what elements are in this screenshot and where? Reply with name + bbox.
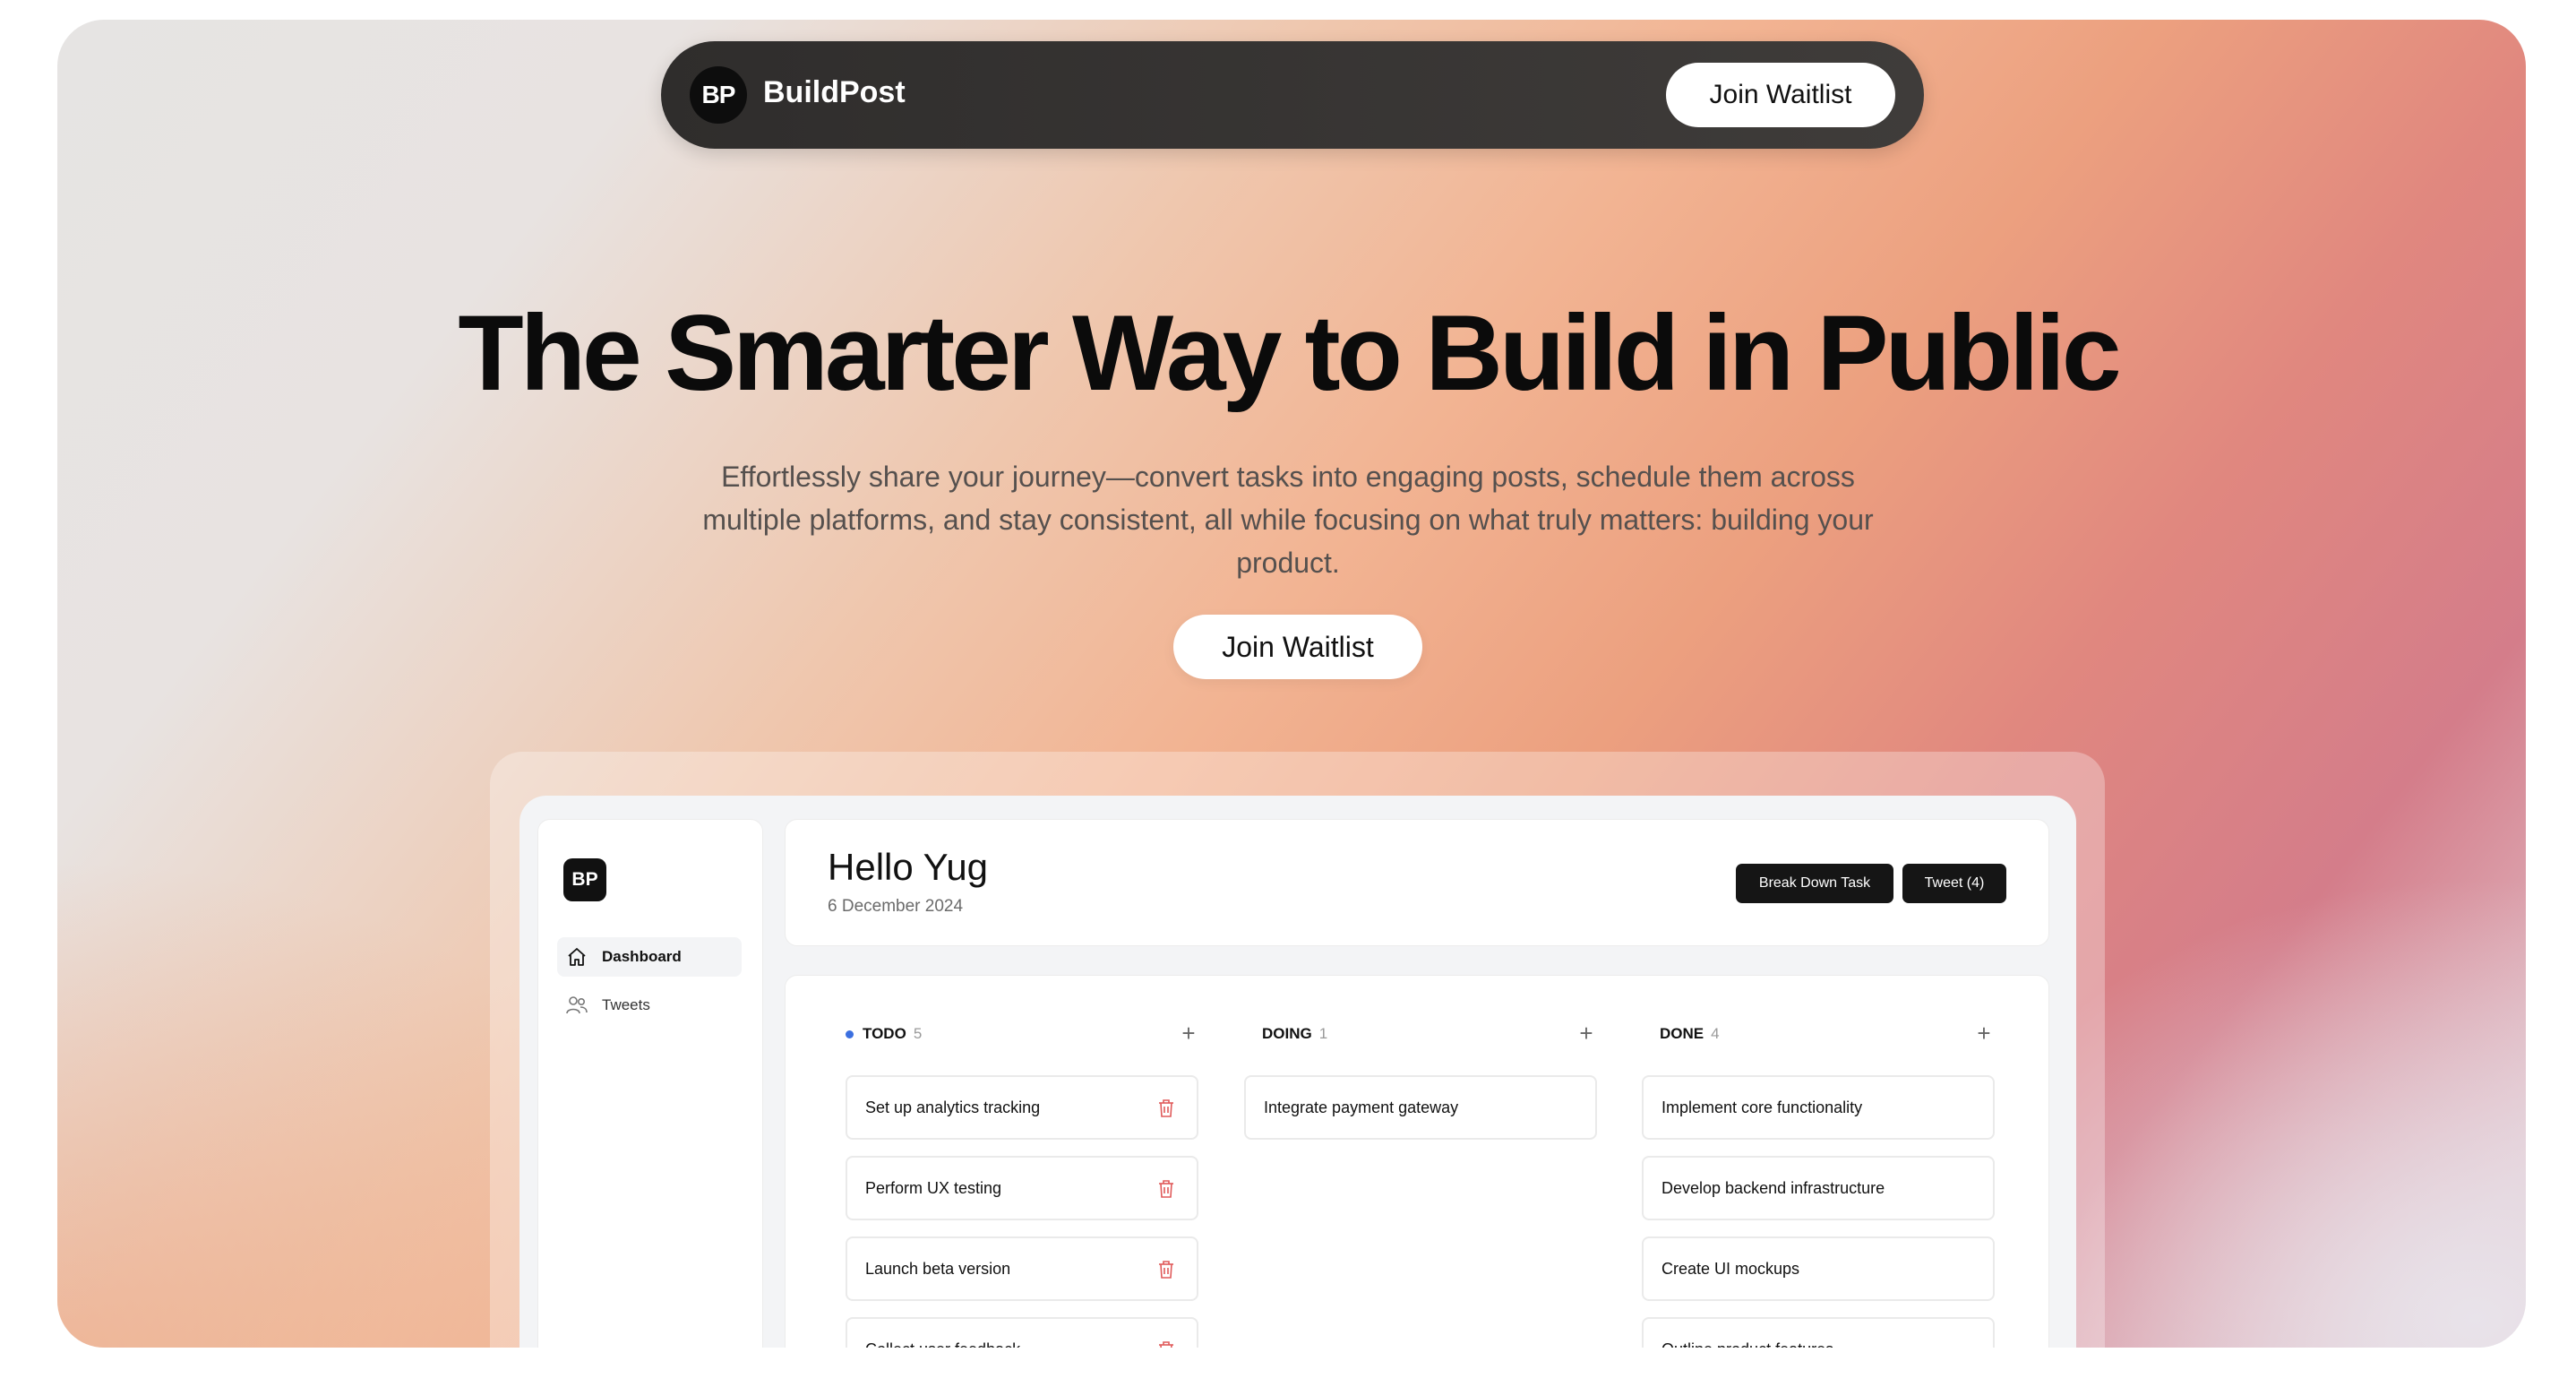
- task-card[interactable]: Launch beta version: [846, 1236, 1198, 1301]
- column-title: DOING: [1262, 1025, 1312, 1042]
- task-title: Integrate payment gateway: [1264, 1098, 1459, 1116]
- trash-icon[interactable]: [1157, 1340, 1175, 1348]
- tweet-button[interactable]: Tweet (4): [1902, 864, 2006, 903]
- sidebar-item-dashboard[interactable]: Dashboard: [557, 937, 742, 977]
- column-header-done: DONE 4: [1660, 1025, 1720, 1043]
- status-dot-icon: [846, 1029, 854, 1038]
- trash-icon[interactable]: [1157, 1260, 1175, 1279]
- task-card[interactable]: Outline product features: [1642, 1317, 1995, 1348]
- home-icon: [564, 944, 589, 969]
- column-count: 1: [1318, 1025, 1328, 1042]
- greeting: Hello Yug: [828, 846, 989, 888]
- column-count: 5: [913, 1025, 923, 1042]
- task-title: Outline product features: [1662, 1340, 1833, 1348]
- add-todo-button[interactable]: +: [1178, 1020, 1199, 1047]
- sidebar-item-tweets[interactable]: Tweets: [557, 986, 742, 1025]
- current-date: 6 December 2024: [828, 897, 964, 916]
- task-card[interactable]: Integrate payment gateway: [1244, 1075, 1597, 1140]
- column-title: TODO: [863, 1025, 906, 1042]
- add-done-button[interactable]: +: [1973, 1020, 1995, 1047]
- task-title: Create UI mockups: [1662, 1259, 1800, 1278]
- add-doing-button[interactable]: +: [1576, 1020, 1597, 1047]
- task-card[interactable]: Perform UX testing: [846, 1156, 1198, 1220]
- task-title: Develop backend infrastructure: [1662, 1178, 1885, 1197]
- column-count: 4: [1711, 1025, 1720, 1042]
- column-title: DONE: [1660, 1025, 1704, 1042]
- task-card[interactable]: Develop backend infrastructure: [1642, 1156, 1995, 1220]
- break-down-task-button[interactable]: Break Down Task: [1736, 864, 1893, 903]
- sidebar-item-label: Dashboard: [602, 948, 682, 965]
- task-card[interactable]: Implement core functionality: [1642, 1075, 1995, 1140]
- sidebar-item-label: Tweets: [602, 996, 650, 1013]
- task-title: Launch beta version: [865, 1259, 1011, 1278]
- task-title: Set up analytics tracking: [865, 1098, 1041, 1116]
- trash-icon[interactable]: [1157, 1179, 1175, 1199]
- column-header-todo: TODO 5: [846, 1025, 922, 1043]
- app-preview-clip: BP Dashboard Tweets Hello Yug 6 December…: [57, 20, 2526, 1348]
- task-title: Perform UX testing: [865, 1178, 1002, 1197]
- task-card[interactable]: Set up analytics tracking: [846, 1075, 1198, 1140]
- task-title: Implement core functionality: [1662, 1098, 1863, 1116]
- task-card[interactable]: Create UI mockups: [1642, 1236, 1995, 1301]
- app-logo[interactable]: BP: [563, 858, 606, 901]
- users-icon: [564, 993, 589, 1018]
- trash-icon[interactable]: [1157, 1098, 1175, 1118]
- task-title: Collect user feedback: [865, 1340, 1020, 1348]
- task-card[interactable]: Collect user feedback: [846, 1317, 1198, 1348]
- column-header-doing: DOING 1: [1262, 1025, 1327, 1043]
